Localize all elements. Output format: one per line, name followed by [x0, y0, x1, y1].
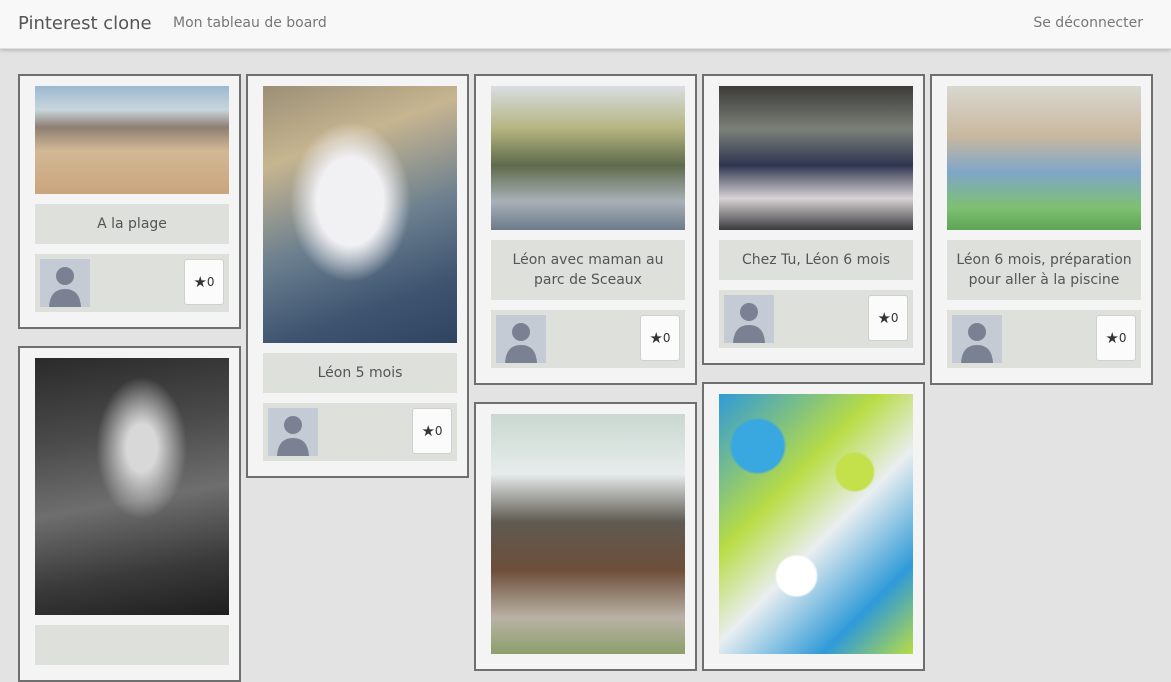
star-icon: ★ [649, 329, 663, 347]
pin-caption: A la plage [35, 204, 229, 244]
pin-photo[interactable] [719, 86, 913, 230]
star-icon: ★ [421, 422, 435, 440]
logout-link[interactable]: Se déconnecter [1033, 15, 1143, 31]
pin-photo[interactable] [491, 414, 685, 654]
pin-card [702, 382, 925, 671]
pin-photo[interactable] [719, 394, 913, 654]
pin-caption: Léon avec maman au parc de Sceaux [491, 240, 685, 300]
star-icon: ★ [193, 273, 207, 291]
pin-card: Léon avec maman au parc de Sceaux ★ 0 [474, 74, 697, 385]
star-button[interactable]: ★ 0 [868, 295, 908, 341]
pin-card: Léon 6 mois, préparation pour aller à la… [930, 74, 1153, 385]
pin-card: Chez Tu, Léon 6 mois ★ 0 [702, 74, 925, 365]
pin-footer: ★ 0 [719, 290, 913, 348]
user-avatar-icon[interactable] [268, 408, 318, 456]
pin-card [474, 402, 697, 671]
brand-link[interactable]: Pinterest clone [18, 13, 152, 34]
pin-card: Léon 5 mois ★ 0 [246, 74, 469, 478]
user-avatar-icon[interactable] [952, 315, 1002, 363]
pin-footer: ★ 0 [263, 403, 457, 461]
star-count: 0 [890, 311, 899, 325]
star-count: 0 [434, 424, 443, 438]
star-button[interactable]: ★ 0 [1096, 315, 1136, 361]
pin-caption: Léon 5 mois [263, 353, 457, 393]
pin-caption: Léon 6 mois, préparation pour aller à la… [947, 240, 1141, 300]
pin-photo[interactable] [947, 86, 1141, 230]
pin-caption [35, 625, 229, 665]
star-button[interactable]: ★ 0 [184, 259, 224, 305]
star-count: 0 [1118, 331, 1127, 345]
star-icon: ★ [1105, 329, 1119, 347]
board-link[interactable]: Mon tableau de board [173, 15, 327, 31]
pin-photo[interactable] [35, 86, 229, 194]
star-button[interactable]: ★ 0 [640, 315, 680, 361]
navbar: Pinterest clone Mon tableau de board Se … [0, 0, 1171, 49]
user-avatar-icon[interactable] [724, 295, 774, 343]
pin-footer: ★ 0 [491, 310, 685, 368]
star-count: 0 [206, 275, 215, 289]
pin-photo[interactable] [491, 86, 685, 230]
pin-card: A la plage ★ 0 [18, 74, 241, 329]
pin-footer: ★ 0 [947, 310, 1141, 368]
pin-footer: ★ 0 [35, 254, 229, 312]
pin-caption: Chez Tu, Léon 6 mois [719, 240, 913, 280]
star-count: 0 [662, 331, 671, 345]
user-avatar-icon[interactable] [496, 315, 546, 363]
star-button[interactable]: ★ 0 [412, 408, 452, 454]
pin-card [18, 346, 241, 682]
pin-photo[interactable] [35, 358, 229, 615]
star-icon: ★ [877, 309, 891, 327]
user-avatar-icon[interactable] [40, 259, 90, 307]
pin-photo[interactable] [263, 86, 457, 343]
